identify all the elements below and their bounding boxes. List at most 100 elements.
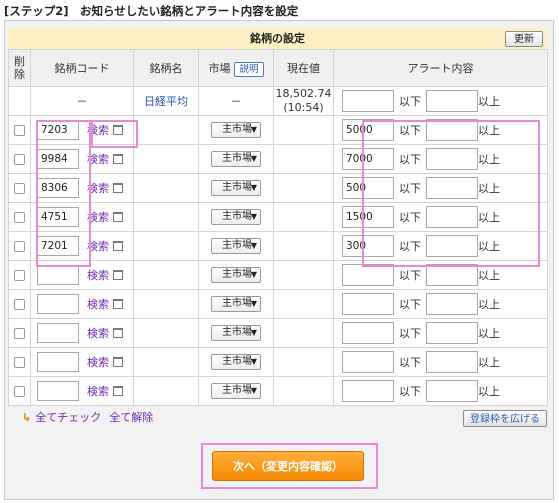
book-icon[interactable] <box>113 357 123 367</box>
code-input[interactable] <box>37 381 79 401</box>
market-select[interactable]: 主市場 ▼ <box>211 238 261 254</box>
below-input[interactable] <box>342 264 394 286</box>
search-link[interactable]: 検索 <box>87 240 109 253</box>
delete-checkbox[interactable] <box>14 299 25 310</box>
above-input[interactable] <box>426 148 478 170</box>
above-input[interactable] <box>426 177 478 199</box>
above-label: 以上 <box>478 182 500 195</box>
book-icon[interactable] <box>113 183 123 193</box>
below-label: 以下 <box>399 182 421 195</box>
search-link[interactable]: 検索 <box>87 211 109 224</box>
market-select[interactable]: 主市場 ▼ <box>211 180 261 196</box>
market-select[interactable]: 主市場 ▼ <box>211 354 261 370</box>
delete-checkbox[interactable] <box>14 125 25 136</box>
search-link[interactable]: 検索 <box>87 269 109 282</box>
market-select[interactable]: 主市場 ▼ <box>211 122 261 138</box>
delete-cell <box>8 376 31 406</box>
below-input[interactable] <box>342 293 394 315</box>
below-input[interactable] <box>342 235 394 257</box>
check-all-link[interactable]: 全てチェック <box>35 411 101 424</box>
above-label: 以上 <box>478 298 500 311</box>
market-select[interactable]: 主市場 ▼ <box>211 296 261 312</box>
below-input[interactable] <box>342 148 394 170</box>
delete-checkbox[interactable] <box>14 357 25 368</box>
above-input[interactable] <box>426 293 478 315</box>
above-input[interactable] <box>426 235 478 257</box>
market-select[interactable]: 主市場 ▼ <box>211 325 261 341</box>
step-title: [ステップ2] お知らせしたい銘柄とアラート内容を設定 <box>4 4 299 18</box>
next-button[interactable]: 次へ（変更内容確認） <box>212 451 364 481</box>
search-link[interactable]: 検索 <box>87 385 109 398</box>
price-cell <box>273 318 334 348</box>
book-icon[interactable] <box>113 212 123 222</box>
search-link[interactable]: 検索 <box>87 356 109 369</box>
below-label: 以下 <box>399 240 421 253</box>
book-icon[interactable] <box>113 241 123 251</box>
uncheck-all-link[interactable]: 全て解除 <box>109 411 153 424</box>
table-row: 検索 主市場▼ 以下 以上 <box>8 347 548 377</box>
above-input[interactable] <box>426 380 478 402</box>
code-input[interactable] <box>37 149 79 169</box>
code-input[interactable] <box>37 265 79 285</box>
delete-checkbox[interactable] <box>14 212 25 223</box>
col-price-header: 現在値 <box>273 49 334 87</box>
search-link[interactable]: 検索 <box>87 124 109 137</box>
above-input[interactable] <box>426 206 478 228</box>
search-link[interactable]: 検索 <box>87 298 109 311</box>
alert-cell: 以下 以上 <box>333 231 548 261</box>
expand-slots-button[interactable]: 登録枠を広げる <box>463 410 547 427</box>
below-input[interactable] <box>342 119 394 141</box>
search-link[interactable]: 検索 <box>87 182 109 195</box>
index-above-label: 以上 <box>478 95 500 108</box>
above-input[interactable] <box>426 119 478 141</box>
search-link[interactable]: 検索 <box>87 153 109 166</box>
delete-checkbox[interactable] <box>14 386 25 397</box>
above-input[interactable] <box>426 264 478 286</box>
index-above-input[interactable] <box>426 90 478 112</box>
table-row: 検索 主市場▼ 以下 以上 <box>8 318 548 348</box>
code-input[interactable] <box>37 352 79 372</box>
code-input[interactable] <box>37 207 79 227</box>
code-input[interactable] <box>37 294 79 314</box>
market-select[interactable]: 主市場 ▼ <box>211 267 261 283</box>
alert-cell: 以下 以上 <box>333 376 548 406</box>
below-input[interactable] <box>342 380 394 402</box>
below-input[interactable] <box>342 322 394 344</box>
above-input[interactable] <box>426 322 478 344</box>
code-input[interactable] <box>37 120 79 140</box>
stock-table: 削除 銘柄コード 銘柄名 市場 説明 現在値 アラート内容 － 日経平均 － 18… <box>8 49 548 406</box>
market-help-button[interactable]: 説明 <box>234 61 264 77</box>
below-input[interactable] <box>342 351 394 373</box>
book-icon[interactable] <box>113 299 123 309</box>
code-cell: 検索 <box>30 173 134 203</box>
book-icon[interactable] <box>113 328 123 338</box>
search-link[interactable]: 検索 <box>87 327 109 340</box>
market-select[interactable]: 主市場 ▼ <box>211 383 261 399</box>
index-name-link[interactable]: 日経平均 <box>144 95 188 108</box>
index-below-label: 以下 <box>399 95 421 108</box>
book-icon[interactable] <box>113 386 123 396</box>
index-below-input[interactable] <box>342 90 394 112</box>
delete-checkbox[interactable] <box>14 241 25 252</box>
code-input[interactable] <box>37 236 79 256</box>
code-cell: 検索 <box>30 260 134 290</box>
index-delete-cell <box>8 86 31 116</box>
code-input[interactable] <box>37 323 79 343</box>
alert-cell: 以下 以上 <box>333 260 548 290</box>
update-button[interactable]: 更新 <box>505 31 543 47</box>
delete-checkbox[interactable] <box>14 270 25 281</box>
below-input[interactable] <box>342 177 394 199</box>
book-icon[interactable] <box>113 125 123 135</box>
delete-checkbox[interactable] <box>14 154 25 165</box>
market-select[interactable]: 主市場 ▼ <box>211 209 261 225</box>
book-icon[interactable] <box>113 154 123 164</box>
code-input[interactable] <box>37 178 79 198</box>
below-input[interactable] <box>342 206 394 228</box>
delete-checkbox[interactable] <box>14 183 25 194</box>
code-cell: 検索 <box>30 289 134 319</box>
market-select[interactable]: 主市場 ▼ <box>211 151 261 167</box>
book-icon[interactable] <box>113 270 123 280</box>
bottom-links: ↳ 全てチェック 全て解除 <box>22 409 161 425</box>
delete-checkbox[interactable] <box>14 328 25 339</box>
above-input[interactable] <box>426 351 478 373</box>
